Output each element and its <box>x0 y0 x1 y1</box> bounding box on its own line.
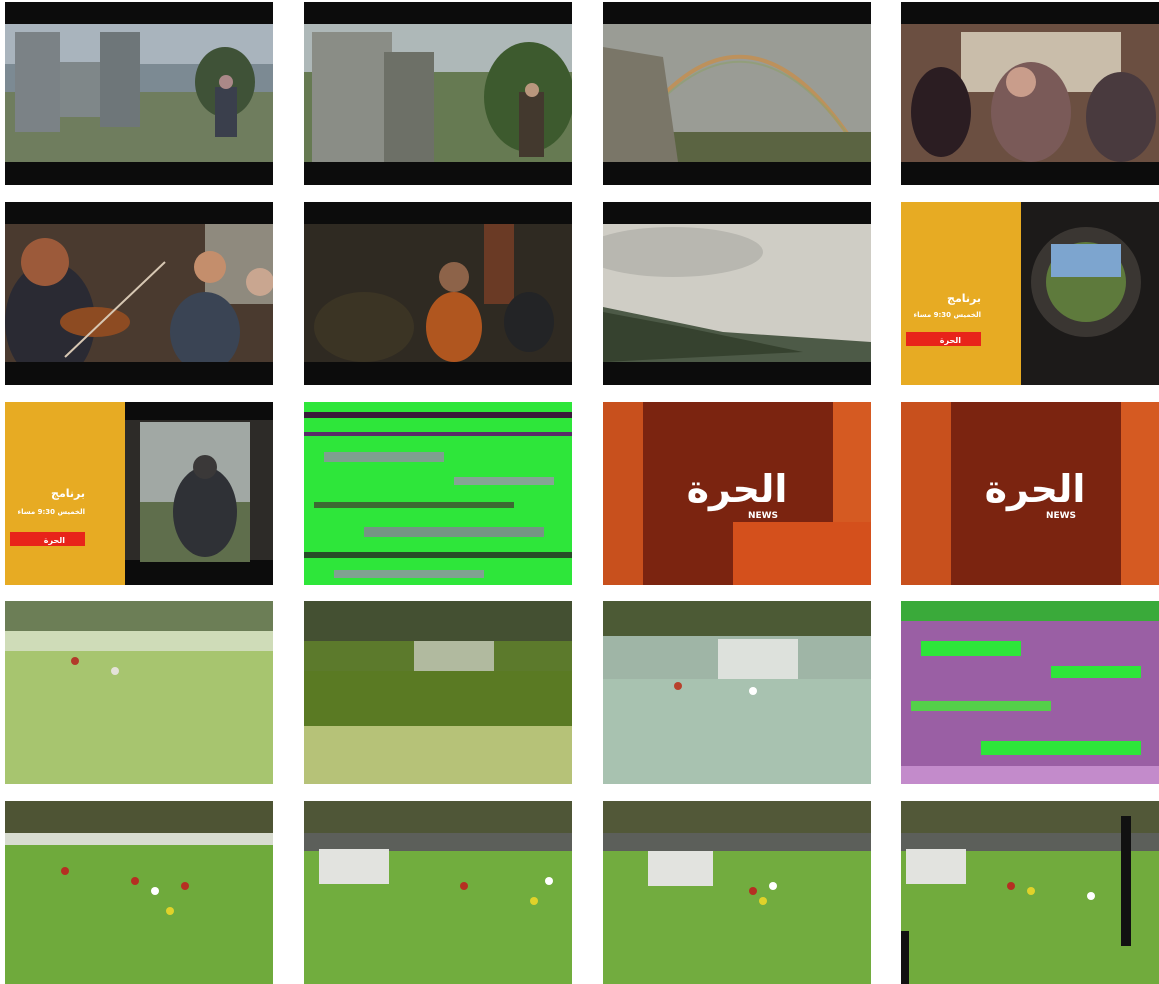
frame-image <box>304 801 572 984</box>
thumbnail-football-goal-wide[interactable] <box>304 801 572 984</box>
frame-image <box>304 402 572 585</box>
thumbnail-promo-window-hills[interactable]: برنامج الخميس 9:30 مساء الحرة <box>901 202 1159 385</box>
thumbnail-alhurra-logo-glitch[interactable]: الحرة NEWS <box>603 402 871 585</box>
frame-image: برنامج الخميس 9:30 مساء الحرة <box>901 202 1159 385</box>
frame-image <box>603 202 871 385</box>
promo-title: برنامج <box>947 292 981 305</box>
promo-badge: الحرة <box>44 536 65 545</box>
frame-image <box>304 2 572 185</box>
thumbnail-football-glitch-bar[interactable] <box>901 801 1159 984</box>
thumbnail-football-goal-players[interactable] <box>603 801 871 984</box>
promo-badge: الحرة <box>940 336 961 345</box>
frame-image <box>901 601 1159 784</box>
frame-image <box>603 2 871 185</box>
thumbnail-castle-tower-man-right[interactable] <box>304 2 572 185</box>
frame-image <box>5 801 273 984</box>
channel-logo-news: NEWS <box>748 511 778 521</box>
thumbnail-fiddle-players[interactable] <box>5 202 273 385</box>
channel-logo-news: NEWS <box>1046 511 1076 521</box>
thumbnail-pub-crowd-blurred[interactable] <box>901 2 1159 185</box>
channel-logo-arabic: الحرة <box>985 467 1086 511</box>
thumbnail-football-pitch-blurred[interactable] <box>5 601 273 784</box>
thumbnail-digital-noise-magenta[interactable] <box>901 601 1159 784</box>
thumbnail-grid: برنامج الخميس 9:30 مساء الحرة برنامج الخ… <box>0 0 1159 984</box>
frame-image: الحرة NEWS <box>603 402 871 585</box>
thumbnail-football-goal-glitch[interactable] <box>304 601 572 784</box>
frame-image <box>304 601 572 784</box>
frame-image: الحرة NEWS <box>901 402 1159 585</box>
thumbnail-pub-laughing-woman[interactable] <box>304 202 572 385</box>
frame-image <box>901 801 1159 984</box>
promo-line: الخميس 9:30 مساء <box>914 311 982 319</box>
thumbnail-alhurra-logo[interactable]: الحرة NEWS <box>901 402 1159 585</box>
thumbnail-football-goal-pixelated[interactable] <box>603 601 871 784</box>
promo-title: برنامج <box>51 487 85 500</box>
thumbnail-castle-tower-man-left[interactable] <box>5 2 273 185</box>
thumbnail-football-players-midfield[interactable] <box>5 801 273 984</box>
frame-image <box>5 601 273 784</box>
frame-image <box>901 2 1159 185</box>
channel-logo-arabic: الحرة <box>687 467 788 511</box>
frame-image: برنامج الخميس 9:30 مساء الحرة <box>5 402 273 585</box>
thumbnail-promo-man-at-window[interactable]: برنامج الخميس 9:30 مساء الحرة <box>5 402 273 585</box>
frame-image <box>603 801 871 984</box>
promo-line: الخميس 9:30 مساء <box>18 508 86 516</box>
frame-image <box>5 202 273 385</box>
frame-image <box>603 601 871 784</box>
frame-image <box>5 2 273 185</box>
thumbnail-cloudy-hills[interactable] <box>603 202 871 385</box>
thumbnail-digital-noise-green[interactable] <box>304 402 572 585</box>
frame-image <box>304 202 572 385</box>
thumbnail-rainbow-over-ruin[interactable] <box>603 2 871 185</box>
